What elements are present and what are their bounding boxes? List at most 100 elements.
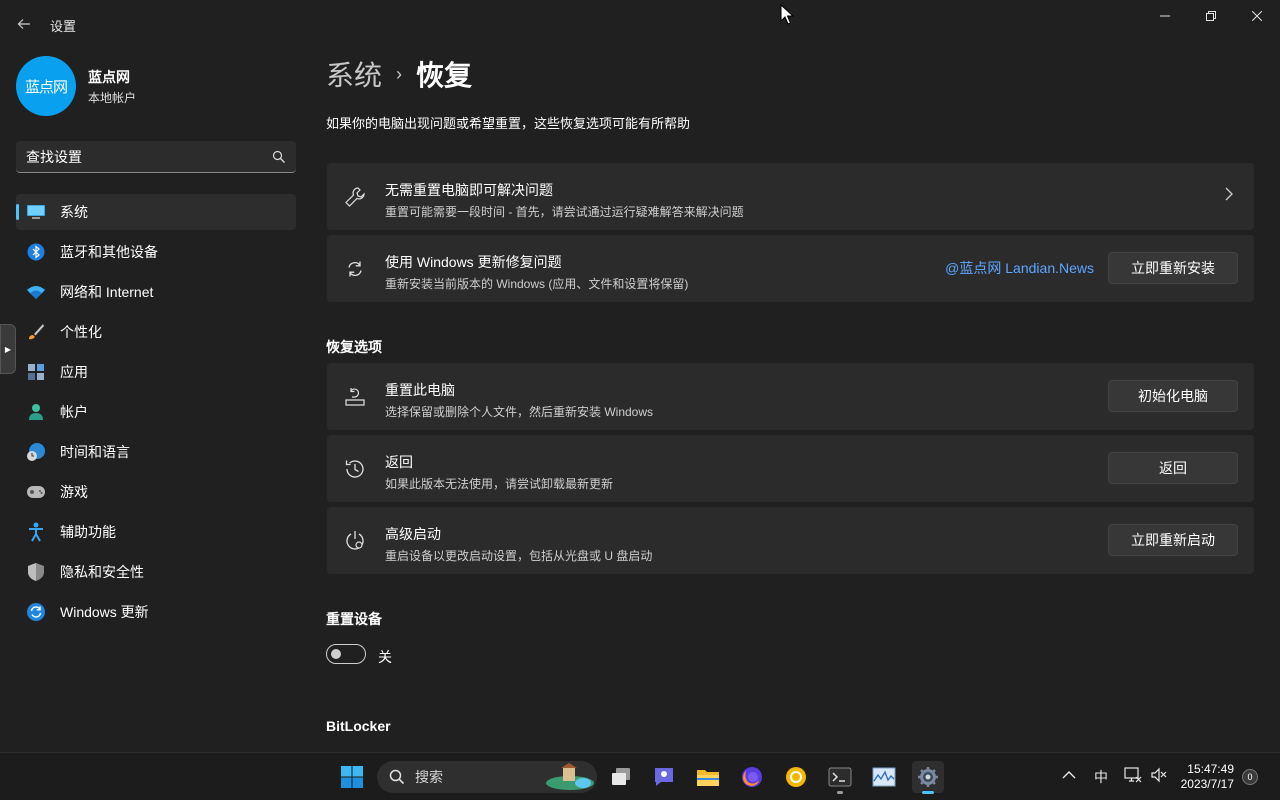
browser-yellow-button[interactable] [780, 761, 812, 793]
taskbar: 搜索 中 15:47:49 2023/7/17 0 [0, 752, 1280, 800]
clock-date: 2023/7/17 [1180, 777, 1234, 791]
yellow-circle-app-icon [786, 767, 806, 787]
person-icon [26, 402, 46, 422]
recovery-options-heading: 恢复选项 [326, 339, 382, 355]
firefox-icon [742, 767, 762, 787]
restart-now-button[interactable]: 立即重新启动 [1108, 524, 1238, 556]
troubleshoot-card[interactable]: 无需重置电脑即可解决问题 重置可能需要一段时间 - 首先，请尝试通过运行疑难解答… [327, 163, 1254, 230]
reset-device-toggle[interactable] [326, 644, 366, 664]
sidebar-item-bluetooth[interactable]: 蓝牙和其他设备 [16, 234, 296, 270]
breadcrumb-parent[interactable]: 系统 [326, 54, 382, 94]
update-icon [26, 602, 46, 622]
sidebar-item-personalization[interactable]: 个性化 [16, 314, 296, 350]
chevron-right-icon [1224, 187, 1234, 204]
network-status-button[interactable] [1124, 767, 1142, 786]
sidebar-item-privacy[interactable]: 隐私和安全性 [16, 554, 296, 590]
search-input[interactable] [26, 148, 272, 165]
resource-monitor-button[interactable] [868, 761, 900, 793]
sidebar-item-label: 时间和语言 [60, 444, 130, 460]
sidebar-item-label: 蓝牙和其他设备 [60, 244, 158, 260]
card-desc: 选择保留或删除个人文件，然后重新安装 Windows [385, 405, 654, 419]
card-title: 返回 [385, 454, 413, 470]
sidebar-item-system[interactable]: 系统 [16, 194, 296, 230]
app-title: 设置 [50, 19, 77, 34]
ime-indicator[interactable]: 中 [1094, 767, 1108, 787]
notification-badge[interactable]: 0 [1242, 769, 1258, 785]
sidebar-item-label: 辅助功能 [60, 524, 116, 540]
breadcrumb-separator: › [396, 63, 403, 84]
sidebar-item-network[interactable]: 网络和 Internet [16, 274, 296, 310]
sidebar-item-label: 隐私和安全性 [60, 564, 144, 580]
bitlocker-heading: BitLocker [326, 718, 391, 734]
terminal-icon [828, 767, 852, 787]
profile-account-type: 本地帐户 [88, 90, 137, 105]
sidebar-nav: 系统 蓝牙和其他设备 网络和 Internet 个性化 应用 帐户 时间和语言 … [16, 194, 296, 634]
sidebar-item-gaming[interactable]: 游戏 [16, 474, 296, 510]
bluetooth-icon [26, 242, 46, 262]
folder-icon [697, 770, 719, 786]
volume-button[interactable] [1150, 767, 1168, 786]
user-profile[interactable]: 蓝点网 蓝点网 本地帐户 [16, 56, 136, 116]
card-desc: 重新安装当前版本的 Windows (应用、文件和设置将保留) [385, 277, 689, 291]
go-back-card: 返回 如果此版本无法使用，请尝试卸载最新更新 返回 [327, 435, 1254, 502]
reset-pc-button[interactable]: 初始化电脑 [1108, 380, 1238, 412]
taskbar-clock[interactable]: 15:47:49 2023/7/17 [1181, 762, 1234, 792]
toggle-knob [331, 649, 341, 659]
search-icon[interactable] [272, 150, 286, 164]
sidebar-item-windows-update[interactable]: Windows 更新 [16, 594, 296, 630]
mouse-cursor-icon [780, 3, 795, 31]
wifi-icon [26, 282, 46, 302]
task-view-button[interactable] [605, 761, 637, 793]
go-back-button[interactable]: 返回 [1108, 452, 1238, 484]
back-button[interactable] [10, 10, 38, 38]
shield-icon [26, 562, 46, 582]
sidebar-item-time-language[interactable]: 时间和语言 [16, 434, 296, 470]
page-subtitle: 如果你的电脑出现问题或希望重置，这些恢复选项可能有所帮助 [326, 116, 691, 131]
clock-time: 15:47:49 [1187, 762, 1234, 776]
breadcrumb: 系统 › 恢复 [326, 54, 472, 94]
firefox-button[interactable] [736, 761, 768, 793]
sidebar-item-label: 个性化 [60, 324, 102, 340]
restore-icon [1206, 11, 1216, 21]
sidebar-item-apps[interactable]: 应用 [16, 354, 296, 390]
chevron-up-icon [1062, 771, 1076, 779]
sidebar-item-label: 应用 [60, 364, 88, 380]
advanced-startup-card: 高级启动 重启设备以更改启动设置，包括从光盘或 U 盘启动 立即重新启动 [327, 507, 1254, 574]
task-view-icon [612, 768, 630, 785]
start-button[interactable] [336, 761, 368, 793]
watermark-text: @蓝点网 Landian.News [945, 260, 1094, 276]
settings-search-box[interactable] [16, 141, 296, 173]
card-title: 使用 Windows 更新修复问题 [385, 254, 562, 270]
search-highlight-icon [546, 763, 594, 790]
monitor-icon [26, 202, 46, 222]
settings-taskbar-button[interactable] [912, 761, 944, 794]
search-icon [389, 769, 405, 785]
reset-pc-icon [343, 385, 367, 409]
globe-clock-icon [26, 442, 46, 462]
tray-overflow-button[interactable] [1062, 767, 1076, 783]
widgets-handle[interactable]: ▶ [0, 324, 16, 374]
card-desc: 重启设备以更改启动设置，包括从光盘或 U 盘启动 [385, 549, 653, 563]
running-indicator [837, 791, 843, 794]
sidebar-item-accounts[interactable]: 帐户 [16, 394, 296, 430]
restore-button[interactable] [1188, 0, 1234, 32]
sidebar-item-label: 帐户 [60, 404, 88, 420]
network-disconnected-icon [1124, 767, 1142, 783]
close-button[interactable] [1234, 0, 1280, 32]
card-title: 无需重置电脑即可解决问题 [385, 182, 553, 198]
taskbar-search[interactable]: 搜索 [377, 761, 597, 793]
minimize-button[interactable] [1142, 0, 1188, 32]
terminal-button[interactable] [824, 761, 856, 794]
sidebar-item-label: 网络和 Internet [60, 284, 154, 300]
refresh-icon [343, 257, 367, 281]
sidebar-item-accessibility[interactable]: 辅助功能 [16, 514, 296, 550]
title-bar: 设置 [0, 0, 1280, 48]
chat-button[interactable] [648, 761, 680, 793]
reset-pc-card: 重置此电脑 选择保留或删除个人文件，然后重新安装 Windows 初始化电脑 [327, 363, 1254, 430]
chat-icon [655, 768, 673, 786]
file-explorer-button[interactable] [692, 761, 724, 793]
brush-icon [26, 322, 46, 342]
card-desc: 重置可能需要一段时间 - 首先，请尝试通过运行疑难解答来解决问题 [385, 205, 744, 219]
reinstall-now-button[interactable]: 立即重新安装 [1108, 252, 1238, 284]
card-desc: 如果此版本无法使用，请尝试卸载最新更新 [385, 477, 614, 491]
